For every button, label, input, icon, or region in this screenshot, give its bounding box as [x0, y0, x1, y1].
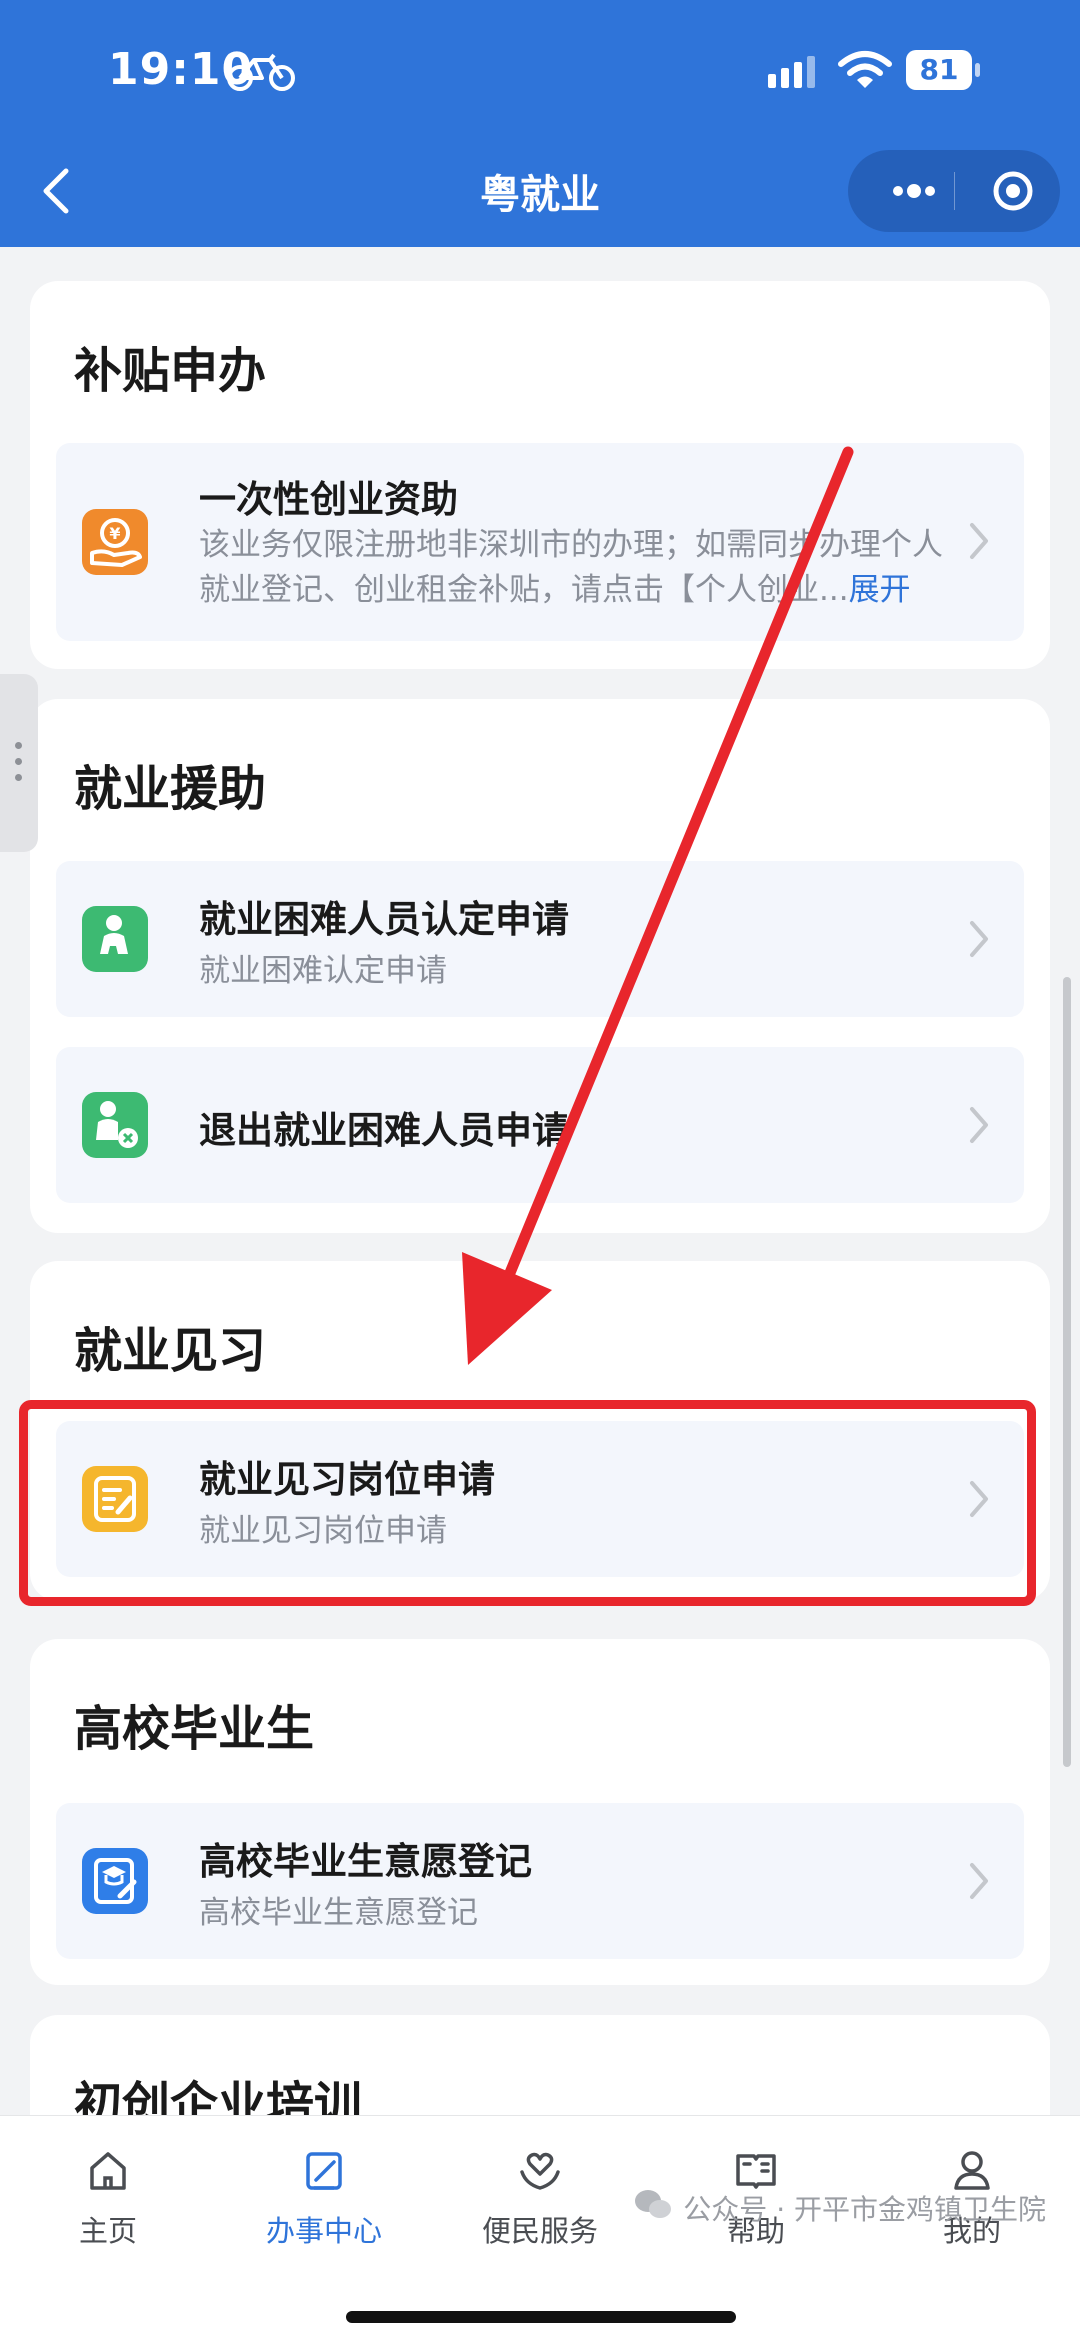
app-header: 19:10 81 粤就业 — [0, 0, 1080, 247]
heart-hands-icon — [520, 2152, 560, 2190]
user-icon — [954, 2151, 990, 2190]
section-title: 就业援助 — [74, 761, 267, 817]
card-title: 就业困难人员认定申请 — [199, 898, 569, 941]
chevron-right-icon — [970, 1863, 988, 1899]
person-remove-icon — [82, 1092, 148, 1158]
watermark: 公众号 · 开平市金鸡镇卫生院 — [635, 2188, 1046, 2228]
card-subtitle: 高校毕业生意愿登记 — [199, 1895, 478, 1931]
card-title: 高校毕业生意愿登记 — [199, 1840, 532, 1883]
card-subtitle: 就业困难认定申请 — [199, 953, 447, 989]
battery-level: 81 — [919, 53, 959, 86]
wifi-icon — [838, 51, 892, 88]
more-icon[interactable] — [874, 150, 954, 232]
tab-service-center[interactable]: 办事中心 — [216, 2116, 432, 2286]
chevron-right-icon — [970, 921, 988, 957]
card-title: 退出就业困难人员申请 — [199, 1109, 569, 1152]
section-title: 高校毕业生 — [74, 1701, 315, 1757]
chevron-right-icon — [970, 1107, 988, 1143]
card-description-text: 该业务仅限注册地非深圳市的办理；如需同步办理个人就业登记、创业租金补贴，请点击【… — [199, 527, 943, 608]
card-hardship-exit[interactable]: 退出就业困难人员申请 — [56, 1047, 1024, 1203]
tab-label: 主页 — [78, 2214, 137, 2248]
tab-label: 办事中心 — [265, 2214, 382, 2248]
section-title: 补贴申办 — [74, 343, 267, 399]
card-startup-subsidy[interactable]: ¥ 一次性创业资助 该业务仅限注册地非深圳市的办理；如需同步办理个人就业登记、创… — [56, 443, 1024, 641]
signal-icon — [768, 56, 815, 88]
expand-link[interactable]: 展开 — [849, 572, 911, 608]
graduate-form-icon — [82, 1848, 148, 1914]
home-icon — [90, 2152, 126, 2190]
wechat-icon — [635, 2190, 672, 2218]
card-hardship-certification[interactable]: 就业困难人员认定申请 就业困难认定申请 — [56, 861, 1024, 1017]
section-title: 就业见习 — [74, 1323, 267, 1379]
watermark-text: 公众号 · 开平市金鸡镇卫生院 — [683, 2193, 1046, 2226]
book-icon — [736, 2154, 776, 2189]
chevron-right-icon — [970, 523, 988, 559]
tab-label: 便民服务 — [481, 2214, 598, 2248]
card-title: 一次性创业资助 — [199, 478, 458, 521]
side-drawer-handle[interactable] — [0, 674, 38, 852]
scrollbar[interactable] — [1063, 977, 1071, 1767]
home-indicator — [346, 2311, 736, 2323]
svg-text:¥: ¥ — [109, 524, 120, 543]
tab-home[interactable]: 主页 — [0, 2116, 216, 2286]
bike-icon — [227, 53, 295, 91]
tab-public-services[interactable]: 便民服务 — [432, 2116, 648, 2286]
section-subsidy: 补贴申办 ¥ 一次性创业资助 该业务仅限注册地非深圳市的办理；如需同步办理个人就… — [30, 281, 1050, 669]
bottom-tab-bar: 主页 办事中心 便民服务 帮助 我的 — [0, 2115, 1080, 2342]
main-content: 补贴申办 ¥ 一次性创业资助 该业务仅限注册地非深圳市的办理；如需同步办理个人就… — [0, 247, 1080, 2115]
edit-doc-icon — [306, 2152, 342, 2190]
person-sitting-icon — [82, 906, 148, 972]
section-startup-training: 初创企业培训 — [30, 2015, 1050, 2115]
card-graduate-registration[interactable]: 高校毕业生意愿登记 高校毕业生意愿登记 — [56, 1803, 1024, 1959]
battery-indicator: 81 — [906, 50, 982, 94]
highlight-box — [19, 1400, 1036, 1606]
section-employment-aid: 就业援助 就业困难人员认定申请 就业困难认定申请 退出就业困难人员申请 — [30, 699, 1050, 1233]
mini-program-capsule — [848, 150, 1060, 232]
section-title: 初创企业培训 — [74, 2077, 363, 2115]
card-description: 该业务仅限注册地非深圳市的办理；如需同步办理个人就业登记、创业租金补贴，请点击【… — [199, 523, 959, 613]
hand-coin-icon: ¥ — [82, 509, 148, 575]
section-graduates: 高校毕业生 高校毕业生意愿登记 高校毕业生意愿登记 — [30, 1639, 1050, 1985]
close-program-icon[interactable] — [978, 150, 1048, 232]
